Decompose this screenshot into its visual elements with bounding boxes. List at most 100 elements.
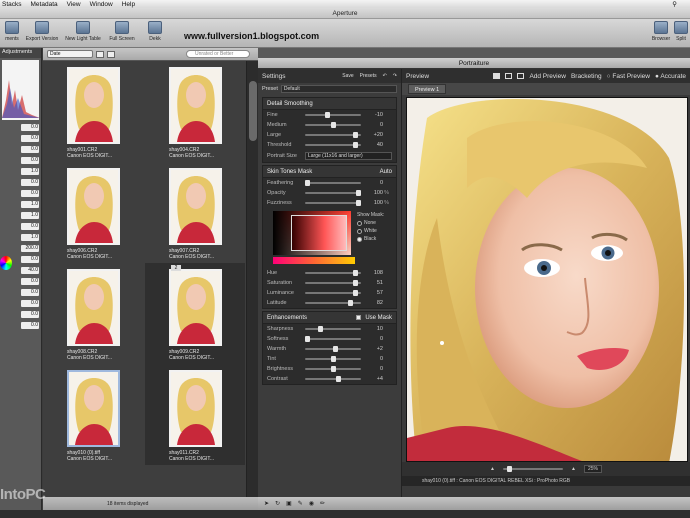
slider-track[interactable] (305, 356, 361, 362)
adjustment-value-field[interactable]: 0.0 (21, 145, 39, 153)
slider-value[interactable]: 0 (361, 122, 383, 128)
thumbnail-image[interactable] (169, 269, 222, 346)
slider-value[interactable]: 10 (361, 326, 383, 332)
slider-knob[interactable] (348, 300, 353, 306)
spotlight-icon[interactable]: ⚲ (672, 0, 677, 8)
add-preview-button[interactable]: Add Preview (529, 73, 566, 80)
split-button[interactable]: Split (672, 21, 690, 42)
show-mask-black[interactable]: Black (357, 235, 384, 243)
save-button[interactable]: Save (342, 73, 353, 79)
bracketing-button[interactable]: Bracketing (571, 73, 602, 80)
show-mask-none[interactable]: None (357, 219, 384, 227)
thumbnail-tile[interactable]: shay006.CR2 Canon EOS DIGIT... (43, 162, 143, 263)
slider-value[interactable]: 0 (361, 336, 383, 342)
slider-knob[interactable] (331, 366, 336, 372)
thumbnail-tile[interactable]: shay011.CR2 Canon EOS DIGIT... (145, 364, 245, 465)
stack-count-badge[interactable]: 2 (171, 265, 181, 271)
accurate-radio[interactable]: ● Accurate (655, 73, 686, 80)
menu-item-window[interactable]: Window (90, 1, 113, 8)
menu-item-metadata[interactable]: Metadata (31, 1, 58, 8)
zoom-in-icon[interactable]: ▲ (571, 466, 576, 472)
slider-track[interactable] (305, 376, 361, 382)
slider-value[interactable]: 82 (361, 300, 383, 306)
thumbnail-image[interactable] (169, 67, 222, 144)
slider-track[interactable] (305, 336, 361, 342)
brush-tool-icon[interactable]: ✏ (320, 500, 325, 507)
adjustment-value-field[interactable]: 40.0 (21, 266, 39, 274)
show-mask-white[interactable]: White (357, 227, 384, 235)
new-light-table-button[interactable]: New Light Table (62, 21, 104, 42)
browser-button[interactable]: Browser (650, 21, 672, 42)
color-wheel[interactable] (0, 256, 12, 270)
slider-value[interactable]: +4 (361, 376, 383, 382)
adjustment-value-field[interactable]: 1.0 (21, 167, 39, 175)
thumbnail-tile[interactable]: shay001.CR2 Canon EOS DIGIT... (43, 61, 143, 162)
straighten-tool-icon[interactable]: ✎ (298, 500, 303, 507)
slider-track[interactable] (305, 366, 361, 372)
slider-value[interactable]: 0 (361, 366, 383, 372)
slider-value[interactable]: 0 (361, 180, 383, 186)
single-view-icon[interactable] (493, 73, 501, 79)
undo-icon[interactable]: ↶ (383, 73, 387, 79)
adjustment-value-field[interactable]: 0.0 (21, 299, 39, 307)
skin-color-field[interactable] (273, 211, 351, 255)
preview-image[interactable] (406, 97, 688, 462)
zoom-out-icon[interactable]: ▲ (490, 466, 495, 472)
thumbnail-image[interactable] (67, 67, 120, 144)
thumbnail-tile[interactable]: shay007.CR2 Canon EOS DIGIT... (145, 162, 245, 263)
slider-value[interactable]: 40 (361, 142, 383, 148)
menu-item-help[interactable]: Help (122, 1, 135, 8)
slider-knob[interactable] (353, 290, 358, 296)
split-view-icon[interactable] (505, 73, 513, 79)
slider-knob[interactable] (331, 122, 336, 128)
slider-track[interactable] (305, 280, 361, 286)
slider-value[interactable]: 100 (361, 200, 383, 206)
use-mask-checkbox[interactable] (356, 315, 362, 320)
slider-knob[interactable] (305, 336, 310, 342)
adjustment-value-field[interactable]: 0.0 (21, 255, 39, 263)
zoom-slider[interactable] (502, 466, 563, 472)
adjustment-value-field[interactable]: 0.0 (21, 156, 39, 164)
adjustment-value-field[interactable]: 0.0 (21, 134, 39, 142)
slider-track[interactable] (305, 190, 361, 196)
slider-track[interactable] (305, 200, 361, 206)
thumbnail-tile[interactable]: shay010 (0).tiff Canon EOS DIGIT... (43, 364, 143, 465)
slider-value[interactable]: +20 (361, 132, 383, 138)
eye-tool-icon[interactable]: ◉ (309, 500, 314, 507)
slider-knob[interactable] (353, 142, 358, 148)
browser-scrollbar[interactable] (246, 61, 258, 497)
adjustment-value-field[interactable]: 1.0 (21, 200, 39, 208)
menu-item-view[interactable]: View (67, 1, 81, 8)
adjustment-value-field[interactable]: 0.0 (21, 222, 39, 230)
slider-knob[interactable] (353, 270, 358, 276)
slider-knob[interactable] (318, 326, 323, 332)
slider-track[interactable] (305, 132, 361, 138)
adjustment-value-field[interactable]: 0.0 (21, 178, 39, 186)
full-screen-button[interactable]: Full Screen (106, 21, 138, 42)
adjustment-value-field[interactable]: 0.0 (21, 321, 39, 329)
export-version-button[interactable]: Export Version (24, 21, 60, 42)
adjustment-value-field[interactable]: 0.0 (21, 288, 39, 296)
slider-track[interactable] (305, 290, 361, 296)
slider-value[interactable]: 100 (361, 190, 383, 196)
dual-view-icon[interactable] (517, 73, 525, 79)
scrollbar-thumb[interactable] (249, 81, 257, 141)
preset-select[interactable]: Default (280, 85, 397, 93)
slider-knob[interactable] (336, 376, 341, 382)
adjustments-button[interactable]: ments (0, 21, 24, 42)
slider-track[interactable] (305, 346, 361, 352)
thumbnail-image[interactable] (67, 269, 120, 346)
slider-track[interactable] (305, 326, 361, 332)
slider-value[interactable]: 51 (361, 280, 383, 286)
thumbnail-tile[interactable]: shay008.CR2 Canon EOS DIGIT... (43, 263, 143, 364)
grid-view-icon[interactable] (96, 50, 104, 58)
slider-value[interactable]: 0 (361, 356, 383, 362)
slider-value[interactable]: 108 (361, 270, 383, 276)
sort-select[interactable]: Date (47, 50, 93, 58)
thumbnail-tile[interactable]: shay004.CR2 Canon EOS DIGIT... (145, 61, 245, 162)
slider-knob[interactable] (325, 112, 330, 118)
thumbnail-image[interactable] (67, 370, 120, 447)
slider-track[interactable] (305, 300, 361, 306)
thumbnail-image[interactable] (169, 370, 222, 447)
slider-track[interactable] (305, 112, 361, 118)
